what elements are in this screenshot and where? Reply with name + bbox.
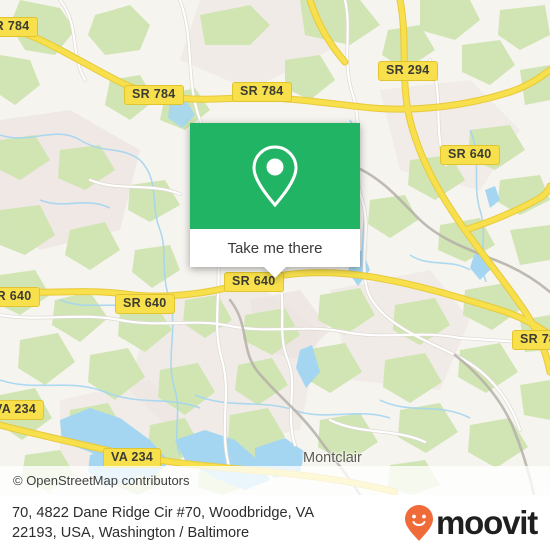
attribution-bar: © OpenStreetMap contributors — [0, 466, 550, 495]
place-label-montclair: Montclair — [303, 450, 362, 466]
moovit-logo[interactable]: moovit — [404, 504, 550, 542]
road-shield: SR 784 — [124, 85, 184, 105]
road-shield: SR 784 — [512, 330, 550, 350]
road-shield: SR 640 — [115, 294, 175, 314]
address-text: 70, 4822 Dane Ridge Cir #70, Woodbridge,… — [0, 503, 314, 543]
moovit-wordmark: moovit — [436, 503, 538, 541]
popup-tail-pointer — [264, 267, 286, 278]
location-popup-card[interactable]: Take me there — [190, 123, 360, 278]
moovit-location-screenshot: .water { fill:#a5d6f1; } .waterline { st… — [0, 0, 550, 550]
moovit-pin-icon — [405, 504, 434, 541]
road-shield: VA 234 — [103, 448, 162, 468]
road-shield: SR 784 — [0, 17, 38, 37]
take-me-there-label: Take me there — [227, 239, 323, 257]
popup-card-footer[interactable]: Take me there — [190, 229, 360, 278]
road-shield: SR 640 — [440, 145, 500, 165]
address-line-1: 70, 4822 Dane Ridge Cir #70, Woodbridge,… — [12, 504, 315, 521]
road-shield: SR 640 — [0, 287, 40, 307]
popup-card-header — [190, 123, 360, 229]
map-canvas[interactable]: .water { fill:#a5d6f1; } .waterline { st… — [0, 0, 550, 495]
road-shield: VA 234 — [0, 400, 45, 420]
location-pin-icon — [252, 145, 298, 208]
road-shield: SR 784 — [232, 82, 292, 102]
address-line-2: 22193, USA, Washington / Baltimore — [12, 524, 250, 541]
openstreetmap-attribution[interactable]: © OpenStreetMap contributors — [13, 473, 190, 488]
road-shield: SR 294 — [378, 61, 438, 81]
footer-bar: 70, 4822 Dane Ridge Cir #70, Woodbridge,… — [0, 495, 550, 550]
